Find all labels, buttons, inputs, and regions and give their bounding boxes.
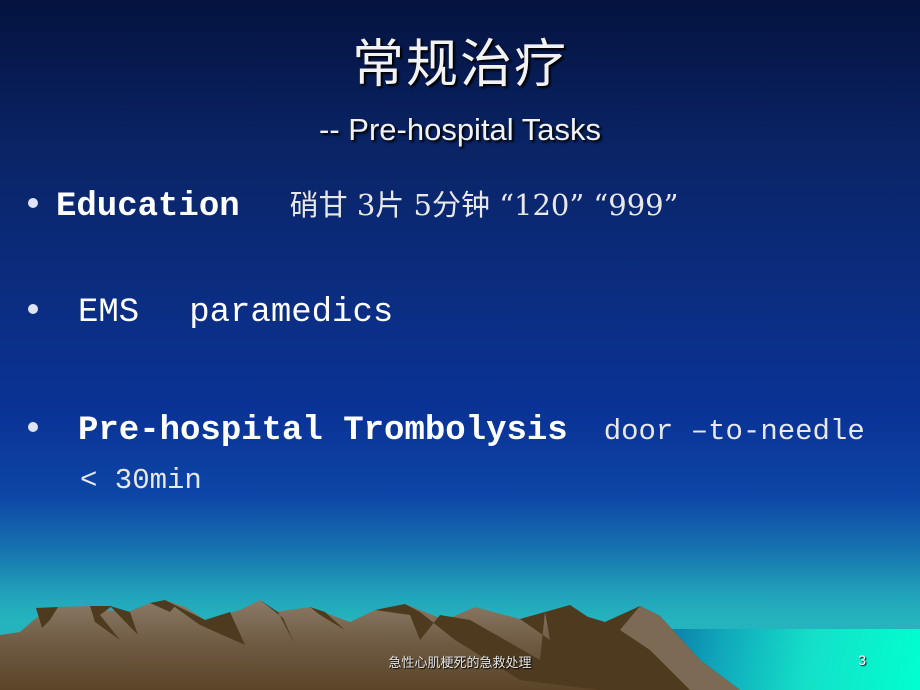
footer-text: 急性心肌梗死的急救处理 (388, 656, 532, 671)
slide: 常规治疗 -- Pre-hospital Tasks Education 硝甘 3… (0, 0, 920, 690)
page-number: 3 (858, 652, 866, 668)
mountain-landscape (0, 600, 740, 690)
